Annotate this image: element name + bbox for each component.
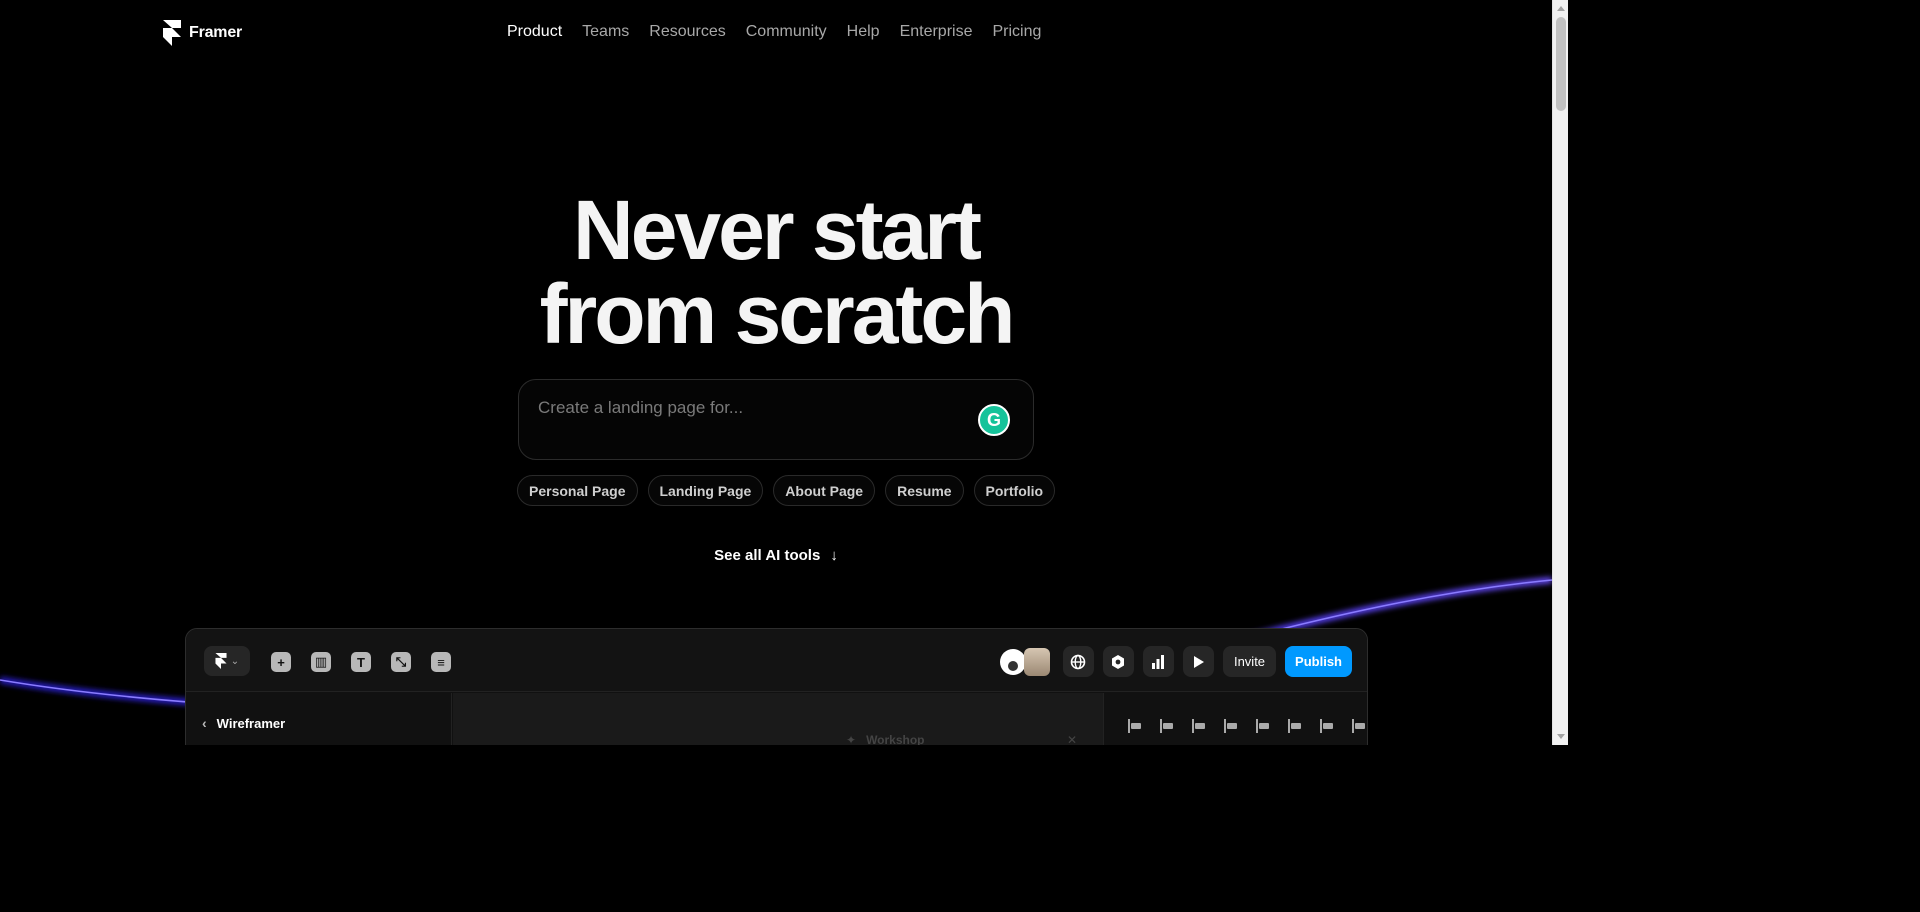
align-left-icon[interactable] (1126, 719, 1146, 733)
align-center-h-icon[interactable] (1158, 719, 1178, 733)
align-bottom-icon[interactable] (1286, 719, 1306, 733)
vector-icon[interactable]: ⤡ (391, 652, 411, 672)
brand-name: Framer (189, 24, 243, 41)
chip-portfolio[interactable]: Portfolio (973, 475, 1056, 506)
hero-title-line-2: from scratch (539, 267, 1016, 361)
chip-landing-page[interactable]: Landing Page (647, 475, 764, 506)
chip-about-page[interactable]: About Page (773, 475, 876, 506)
text-icon[interactable]: T (351, 652, 371, 672)
app-toolbar: ⌄ + ▥ T ⤡ ≡ Invite Publish (186, 629, 1367, 692)
canvas-tab[interactable]: ✦ Workshop (846, 733, 925, 745)
scroll-up-arrow-icon[interactable] (1557, 6, 1565, 11)
hero-title-line-1: Never start (573, 183, 982, 277)
prompt-input[interactable] (538, 398, 958, 418)
collaborators[interactable] (999, 647, 1050, 676)
publish-button[interactable]: Publish (1285, 646, 1352, 677)
avatar (1023, 647, 1050, 676)
grammarly-letter: G (986, 409, 1001, 430)
layout-icon[interactable]: ▥ (311, 652, 331, 672)
layers-panel: ‹ Wireframer (186, 693, 452, 745)
framer-logo-icon: ✦ (846, 733, 857, 745)
chip-resume[interactable]: Resume (885, 475, 964, 506)
toolbar-right: Invite Publish (999, 646, 1352, 677)
framer-logo-icon (163, 20, 181, 46)
scrollbar-thumb[interactable] (1556, 17, 1566, 111)
distribute-v-icon[interactable] (1350, 719, 1367, 733)
nav-item-enterprise[interactable]: Enterprise (900, 22, 973, 42)
nav-item-teams[interactable]: Teams (582, 22, 629, 42)
nav-item-help[interactable]: Help (847, 22, 880, 42)
nav-item-pricing[interactable]: Pricing (992, 22, 1041, 42)
framer-logo-icon (215, 653, 227, 669)
brand-logo[interactable]: Framer (163, 20, 242, 46)
main-nav: Product Teams Resources Community Help E… (507, 22, 1041, 42)
invite-button[interactable]: Invite (1222, 646, 1277, 677)
avatar (999, 648, 1026, 675)
app-preview: ⌄ + ▥ T ⤡ ≡ Invite Publish ‹ Wireframer … (185, 628, 1368, 745)
analytics-icon[interactable] (1142, 646, 1174, 677)
nav-item-product[interactable]: Product (507, 22, 562, 42)
nav-item-community[interactable]: Community (746, 22, 827, 42)
hero-title: Never start from scratch (0, 188, 1552, 356)
plugins-icon[interactable] (1102, 646, 1134, 677)
align-center-v-icon[interactable] (1254, 719, 1274, 733)
alignment-toolbar (1126, 719, 1367, 733)
prompt-box: G (518, 379, 1034, 460)
distribute-h-icon[interactable] (1318, 719, 1338, 733)
framer-menu-button[interactable]: ⌄ (204, 646, 250, 676)
page: Framer Product Teams Resources Community… (0, 0, 1552, 745)
insert-icon[interactable]: + (271, 652, 291, 672)
grammarly-icon[interactable]: G (978, 404, 1010, 436)
suggestion-chips: Personal Page Landing Page About Page Re… (517, 475, 1056, 506)
panel-title: Wireframer (216, 715, 286, 731)
canvas-tab-label: Workshop (866, 733, 925, 745)
properties-panel (1103, 693, 1367, 745)
canvas[interactable]: ✦ Workshop ✕ (453, 693, 1103, 745)
globe-icon[interactable] (1062, 646, 1094, 677)
cms-icon[interactable]: ≡ (431, 652, 451, 672)
chip-personal-page[interactable]: Personal Page (517, 475, 638, 506)
nav-item-resources[interactable]: Resources (649, 22, 725, 42)
play-icon[interactable] (1182, 646, 1214, 677)
chevron-left-icon[interactable]: ‹ (202, 715, 207, 731)
align-top-icon[interactable] (1222, 719, 1242, 733)
close-icon[interactable]: ✕ (1067, 733, 1077, 745)
page-scrollbar[interactable] (1552, 0, 1568, 745)
panel-header[interactable]: ‹ Wireframer (202, 715, 285, 731)
scroll-down-arrow-icon[interactable] (1557, 734, 1565, 739)
align-right-icon[interactable] (1190, 719, 1210, 733)
chevron-down-icon: ⌄ (230, 655, 240, 667)
